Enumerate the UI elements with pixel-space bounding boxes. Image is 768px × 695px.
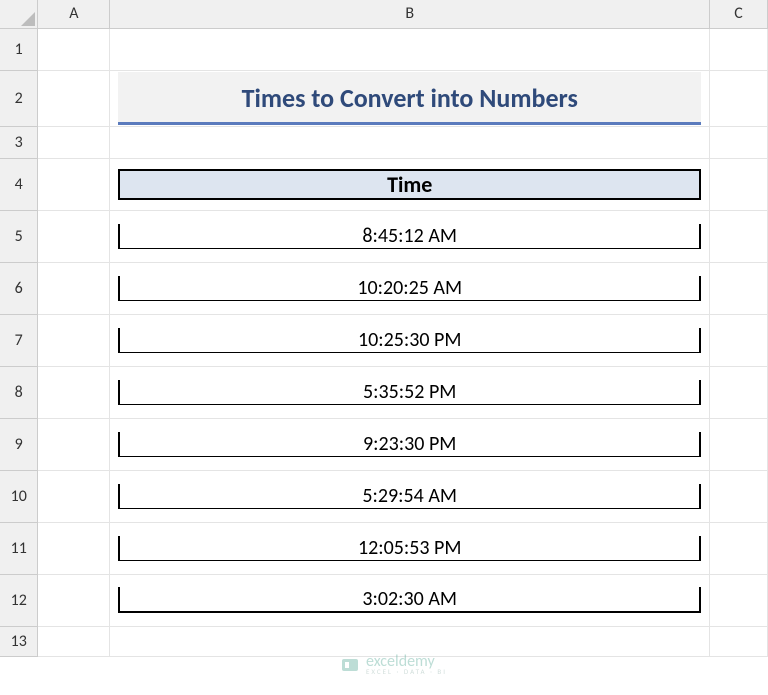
cell-a8[interactable] [38, 366, 110, 418]
title-box: Times to Convert into Numbers [118, 72, 701, 125]
cell-b11[interactable]: 12:05:53 PM [110, 522, 710, 574]
cell-a7[interactable] [38, 314, 110, 366]
time-cell: 3:02:30 AM [118, 587, 701, 613]
time-cell: 5:29:54 AM [118, 484, 701, 509]
cell-b7[interactable]: 10:25:30 PM [110, 314, 710, 366]
row-header-1[interactable]: 1 [0, 28, 38, 70]
time-cell: 12:05:53 PM [118, 536, 701, 561]
time-cell: 10:25:30 PM [118, 328, 701, 353]
cell-a1[interactable] [38, 28, 110, 70]
cell-a12[interactable] [38, 574, 110, 626]
cell-c5[interactable] [710, 210, 768, 262]
select-all-icon [21, 12, 35, 26]
cell-a2[interactable] [38, 70, 110, 126]
cell-b2[interactable]: Times to Convert into Numbers [110, 70, 710, 126]
watermark: exceldemy EXCEL · DATA · BI [340, 654, 447, 675]
cell-c4[interactable] [710, 158, 768, 210]
cell-c7[interactable] [710, 314, 768, 366]
row-header-2[interactable]: 2 [0, 70, 38, 126]
cell-a3[interactable] [38, 126, 110, 158]
cell-c9[interactable] [710, 418, 768, 470]
cell-b5[interactable]: 8:45:12 AM [110, 210, 710, 262]
cell-a10[interactable] [38, 470, 110, 522]
row-header-12[interactable]: 12 [0, 574, 38, 626]
cell-c6[interactable] [710, 262, 768, 314]
cell-b6[interactable]: 10:20:25 AM [110, 262, 710, 314]
row-header-5[interactable]: 5 [0, 210, 38, 262]
row-header-10[interactable]: 10 [0, 470, 38, 522]
time-cell: 5:35:52 PM [118, 380, 701, 405]
row-header-7[interactable]: 7 [0, 314, 38, 366]
row-header-4[interactable]: 4 [0, 158, 38, 210]
cell-c3[interactable] [710, 126, 768, 158]
cell-c13[interactable] [710, 626, 768, 656]
row-header-3[interactable]: 3 [0, 126, 38, 158]
cell-b12[interactable]: 3:02:30 AM [110, 574, 710, 626]
spreadsheet-grid: A B C 1 2 Times to Convert into Numbers … [0, 0, 768, 657]
cell-a5[interactable] [38, 210, 110, 262]
cell-b10[interactable]: 5:29:54 AM [110, 470, 710, 522]
time-cell: 9:23:30 PM [118, 432, 701, 457]
watermark-icon [340, 655, 360, 675]
table-header-time: Time [118, 169, 701, 200]
column-header-a[interactable]: A [38, 0, 110, 28]
time-cell: 10:20:25 AM [118, 276, 701, 301]
cell-c10[interactable] [710, 470, 768, 522]
cell-a6[interactable] [38, 262, 110, 314]
cell-c1[interactable] [710, 28, 768, 70]
cell-b1[interactable] [110, 28, 710, 70]
cell-c12[interactable] [710, 574, 768, 626]
select-all-corner[interactable] [0, 0, 38, 28]
cell-c8[interactable] [710, 366, 768, 418]
cell-a13[interactable] [38, 626, 110, 656]
row-header-6[interactable]: 6 [0, 262, 38, 314]
cell-a9[interactable] [38, 418, 110, 470]
column-header-c[interactable]: C [710, 0, 768, 28]
watermark-tagline: EXCEL · DATA · BI [366, 668, 447, 675]
cell-b4[interactable]: Time [110, 158, 710, 210]
cell-b8[interactable]: 5:35:52 PM [110, 366, 710, 418]
row-header-8[interactable]: 8 [0, 366, 38, 418]
row-header-9[interactable]: 9 [0, 418, 38, 470]
row-header-13[interactable]: 13 [0, 626, 38, 656]
cell-a11[interactable] [38, 522, 110, 574]
time-cell: 8:45:12 AM [118, 224, 701, 249]
cell-b3[interactable] [110, 126, 710, 158]
cell-b9[interactable]: 9:23:30 PM [110, 418, 710, 470]
row-header-11[interactable]: 11 [0, 522, 38, 574]
cell-a4[interactable] [38, 158, 110, 210]
cell-c2[interactable] [710, 70, 768, 126]
page-title: Times to Convert into Numbers [242, 82, 578, 114]
column-header-b[interactable]: B [110, 0, 710, 28]
cell-c11[interactable] [710, 522, 768, 574]
